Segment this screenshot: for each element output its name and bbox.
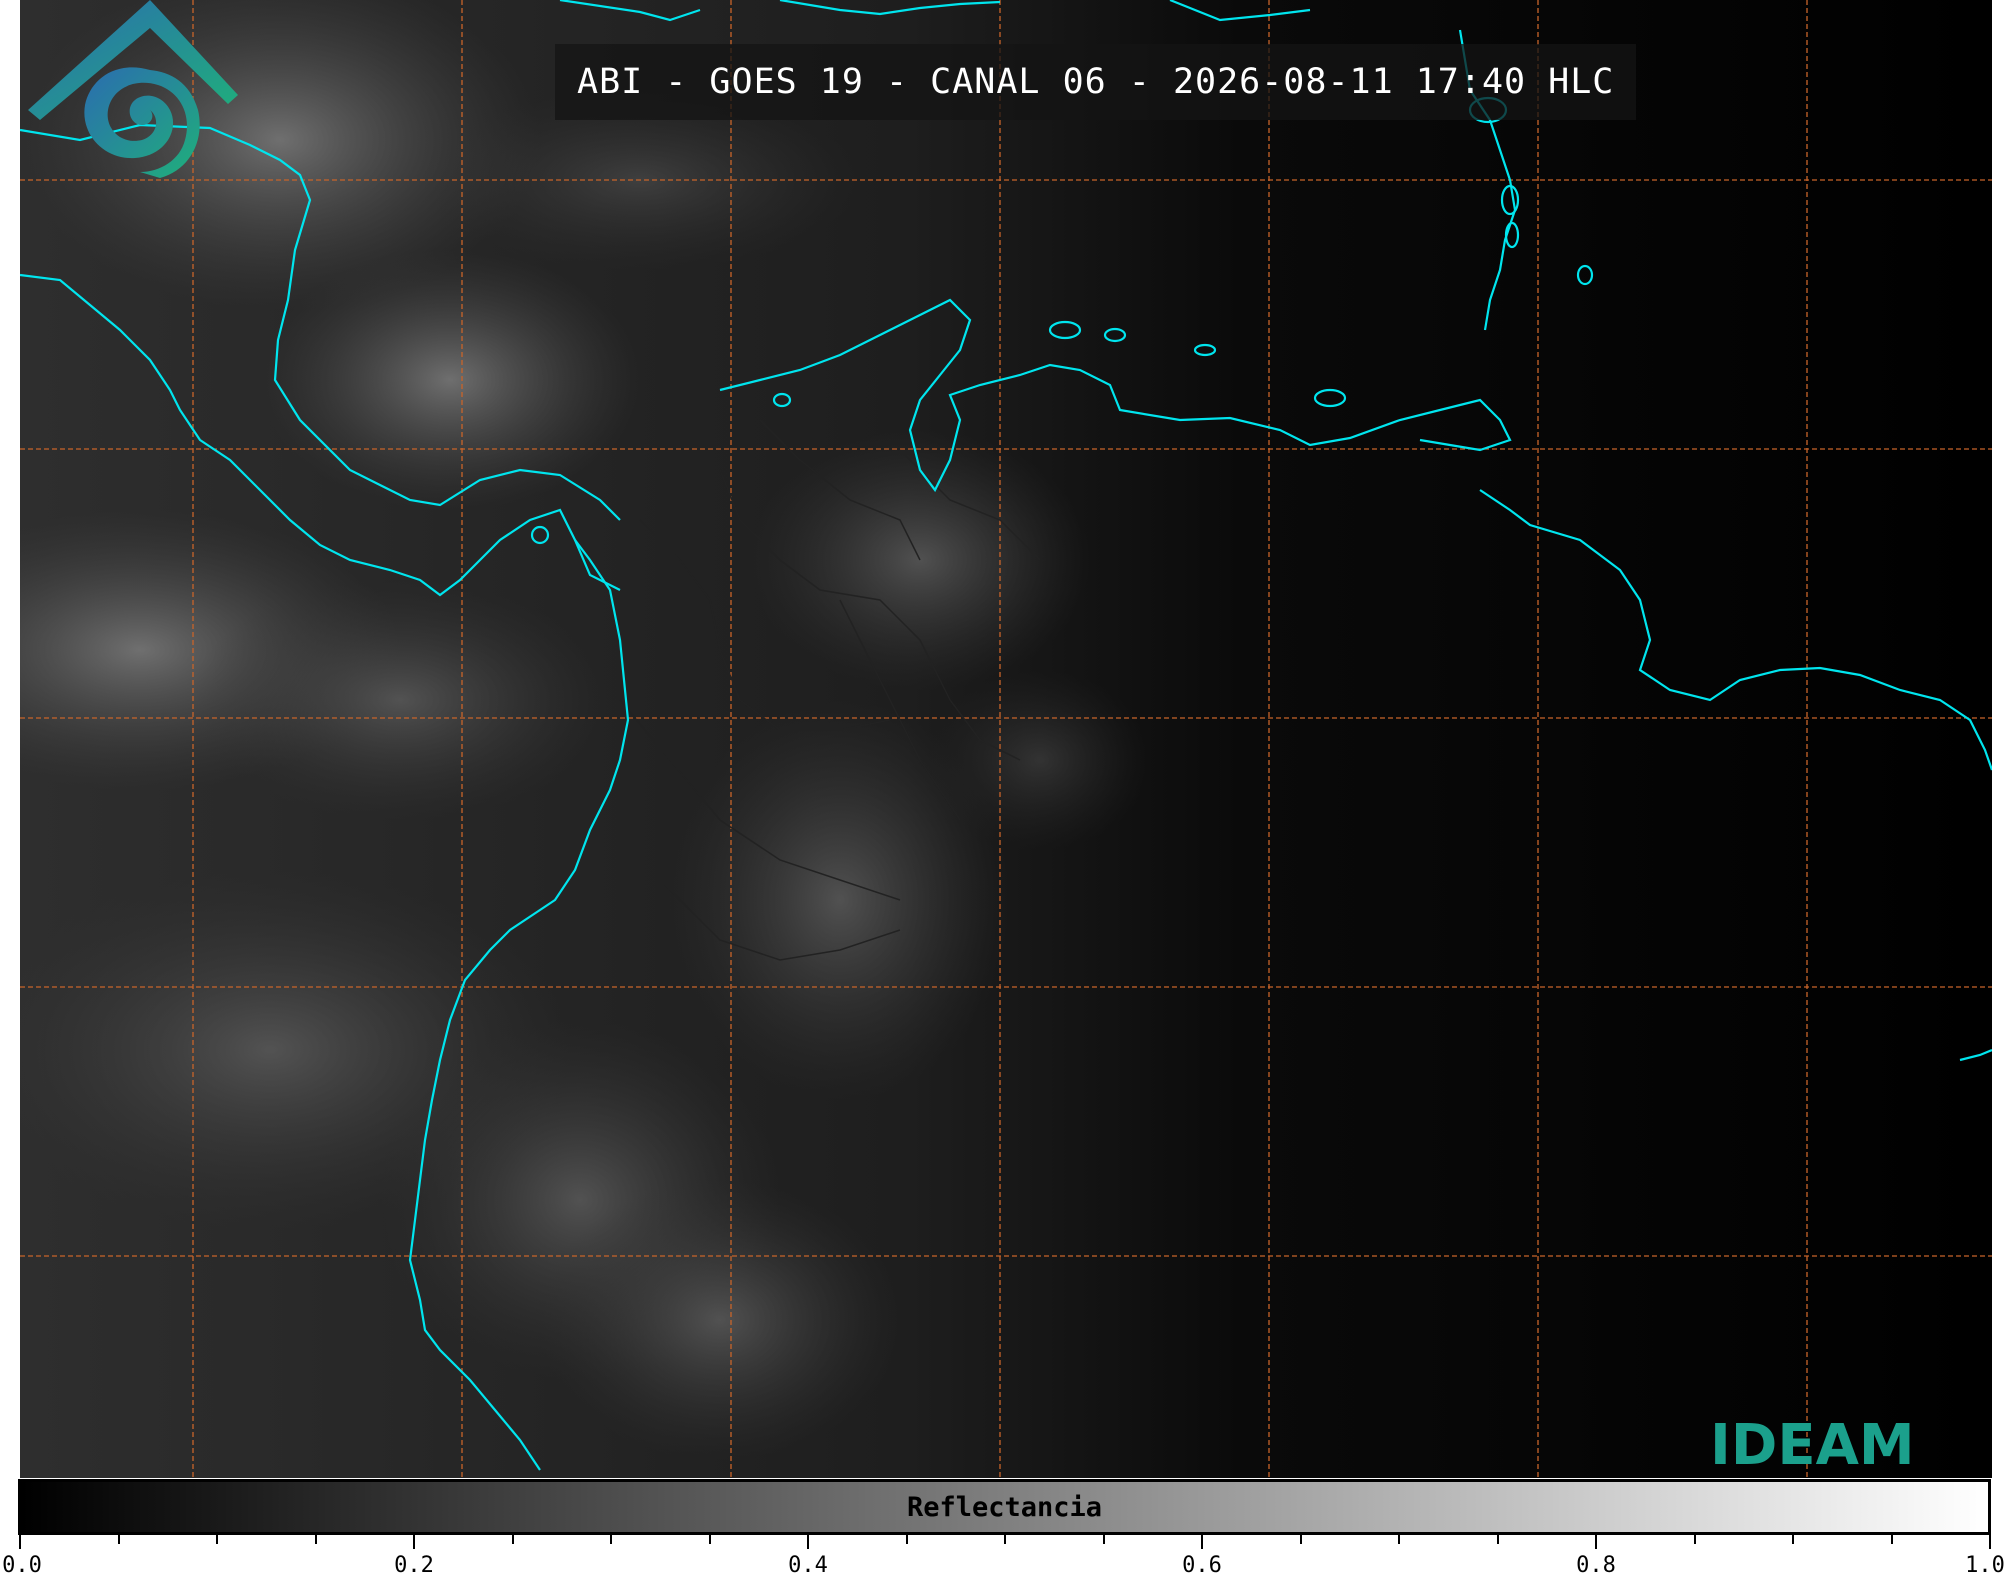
colorbar-minor-tick: [314, 1535, 317, 1544]
colorbar-minor-tick: [511, 1535, 514, 1544]
colorbar-minor-tick: [1496, 1535, 1499, 1544]
colorbar-minor-tick: [1004, 1535, 1006, 1544]
colorbar-major-tick: [1201, 1535, 1203, 1549]
colorbar-minor-tick: [1299, 1535, 1302, 1544]
colorbar-tick-label: 0.8: [1576, 1553, 1616, 1578]
colorbar-tick-label: 0.0: [2, 1553, 42, 1578]
colorbar-minor-tick: [1890, 1535, 1893, 1544]
colorbar-tick-label: 0.2: [394, 1553, 434, 1578]
ideam-logo-text: IDEAM: [1710, 1413, 1915, 1478]
map-canvas: [20, 0, 1992, 1478]
colorbar-minor-tick: [117, 1535, 120, 1544]
colorbar-tick-label: 0.4: [788, 1553, 828, 1578]
colorbar-minor-tick: [1102, 1535, 1105, 1544]
colorbar-minor-tick: [1398, 1535, 1400, 1544]
colorbar-tick-label: 1.0: [1965, 1553, 2005, 1578]
colorbar-minor-tick: [1792, 1535, 1794, 1544]
colorbar-tick-label: 0.6: [1182, 1553, 1222, 1578]
colorbar-minor-tick: [1693, 1535, 1696, 1544]
colorbar-major-tick: [19, 1535, 21, 1549]
colorbar-major-tick: [807, 1535, 809, 1549]
colorbar-major-tick: [413, 1535, 415, 1549]
colorbar: Reflectancia: [18, 1479, 1991, 1535]
colorbar-minor-tick: [216, 1535, 218, 1544]
colorbar-major-tick: [1989, 1535, 1991, 1549]
colorbar-minor-tick: [708, 1535, 711, 1544]
colorbar-minor-tick: [610, 1535, 612, 1544]
title-box: ABI - GOES 19 - CANAL 06 - 2026-08-11 17…: [555, 44, 1637, 120]
map-title: ABI - GOES 19 - CANAL 06 - 2026-08-11 17…: [577, 62, 1615, 102]
ideam-logo-icon: [28, 0, 238, 178]
colorbar-ticks: 0.0 0.2 0.4 0.6 0.8 1.0: [0, 1535, 2011, 1578]
colorbar-label: Reflectancia: [906, 1491, 1103, 1523]
satellite-map[interactable]: ABI - GOES 19 - CANAL 06 - 2026-08-11 17…: [20, 0, 1992, 1478]
colorbar-major-tick: [1595, 1535, 1597, 1549]
colorbar-minor-tick: [905, 1535, 908, 1544]
